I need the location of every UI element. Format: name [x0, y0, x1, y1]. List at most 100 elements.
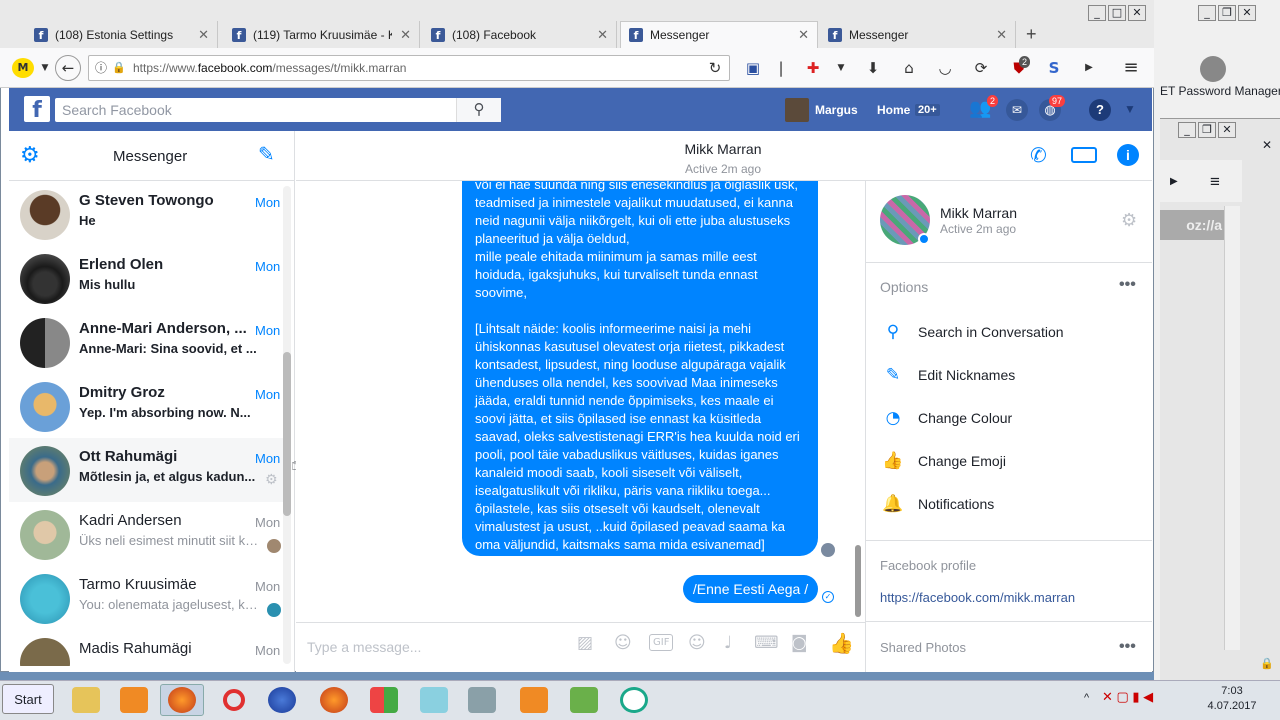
media-player-icon[interactable] [112, 684, 156, 716]
avatar[interactable] [785, 98, 809, 122]
firefox-icon[interactable] [312, 684, 356, 716]
conversation-item[interactable]: Dmitry Groz Yep. I'm absorbing now. N...… [9, 374, 284, 438]
tab-messenger[interactable]: f Messenger ✕ [820, 21, 1016, 48]
tab-estonia-settings[interactable]: f (108) Estonia Settings ✕ [26, 21, 218, 48]
conversation-item[interactable]: Tarmo Kruusimäe You: olenemata jageluses… [9, 566, 284, 630]
download-icon[interactable]: ⬇ [862, 57, 884, 79]
conversation-item[interactable]: Madis Rahumägi Mon [9, 630, 284, 666]
s-extension-icon[interactable]: S [1043, 57, 1065, 79]
menu-badge-icon[interactable]: M [12, 58, 34, 78]
conversation-item[interactable]: Anne-Mari Anderson, ... Anne-Mari: Sina … [9, 310, 284, 374]
account-menu-icon[interactable]: ▼ [1124, 102, 1136, 116]
skype-icon[interactable] [260, 684, 304, 716]
restore-button[interactable]: ❐ [1218, 5, 1236, 21]
hamburger-menu-icon[interactable]: ≡ [1120, 57, 1142, 79]
close-tab-icon[interactable]: ✕ [996, 27, 1007, 43]
close-window-button[interactable]: ✕ [1128, 5, 1146, 21]
conversation-item-selected[interactable]: Ott Rahumägi Mõtlesin ja, et algus kadun… [9, 438, 284, 502]
tab-messenger-active[interactable]: f Messenger ✕ [620, 21, 818, 48]
close-tab-icon[interactable]: ✕ [400, 27, 411, 43]
chat-scrollbar-thumb[interactable] [855, 545, 861, 617]
e-app-icon[interactable] [612, 684, 656, 716]
new-message-icon[interactable]: ✎ [258, 142, 275, 166]
close-tab-icon[interactable]: ✕ [597, 27, 608, 43]
home-icon[interactable]: ⌂ [898, 57, 920, 79]
close-tab-icon[interactable]: ✕ [798, 27, 809, 43]
chevron-down-icon[interactable]: ▼ [830, 57, 852, 79]
windows-icon[interactable] [362, 684, 406, 716]
save-icon[interactable]: ▣ [742, 57, 764, 79]
more-options-icon[interactable]: ••• [1119, 276, 1136, 294]
scrollbar-track[interactable] [1224, 206, 1240, 650]
pdf-icon[interactable] [512, 684, 556, 716]
file-explorer-icon[interactable] [64, 684, 108, 716]
option-search-in-conversation[interactable]: ⚲ Search in Conversation [880, 317, 1064, 347]
message-bubble[interactable]: või ei hae suunda ning siis enesekindlus… [462, 160, 818, 556]
youtube-icon[interactable]: ▶ [1170, 176, 1178, 187]
image-icon[interactable]: ▨ [577, 633, 593, 653]
video-call-icon[interactable] [1071, 147, 1097, 163]
conversation-item[interactable]: Kadri Andersen Üks neli esimest minutit … [9, 502, 284, 566]
minimize-button[interactable]: _ [1088, 5, 1106, 21]
home-link[interactable]: Home [877, 103, 910, 117]
system-clock[interactable]: 7:03 4.07.2017 [1190, 684, 1274, 714]
game-controller-icon[interactable]: ⌨ [754, 633, 779, 653]
pocket-icon[interactable]: ◡ [934, 57, 956, 79]
close-window-button[interactable]: ✕ [1238, 5, 1256, 21]
back-button[interactable]: ← [55, 55, 81, 81]
facebook-logo[interactable]: f [24, 96, 50, 123]
close-tab-icon[interactable]: ✕ [198, 27, 209, 43]
opera-icon[interactable] [212, 684, 256, 716]
sync-icon[interactable]: ⟳ [970, 57, 992, 79]
settings-gear-icon[interactable]: ⚙ [20, 143, 40, 168]
scrollbar-thumb[interactable] [283, 352, 291, 516]
notes-icon[interactable] [412, 684, 456, 716]
conversation-item[interactable]: G Steven Towongo He Mon [9, 182, 284, 246]
show-hidden-icons[interactable]: ^ [1084, 692, 1089, 704]
chevron-down-icon[interactable]: ▼ [34, 57, 56, 79]
help-icon[interactable]: ? [1089, 99, 1111, 121]
option-edit-nicknames[interactable]: ✎ Edit Nicknames [880, 360, 1015, 390]
close-icon[interactable]: ✕ [1262, 138, 1272, 152]
facebook-search-input[interactable]: Search Facebook [55, 98, 501, 122]
gear-icon[interactable]: ⚙ [1121, 210, 1137, 231]
restore-button[interactable]: ❐ [1198, 122, 1216, 138]
new-tab-button[interactable]: + [1026, 24, 1037, 45]
system-tray-icons[interactable]: ✕ ▢ ▮ ◀ [1102, 689, 1153, 705]
camera-icon[interactable]: ◙ [791, 633, 808, 653]
info-toggle-icon[interactable]: i [1117, 144, 1139, 166]
microphone-icon[interactable]: ♩ [724, 633, 732, 653]
conversation-item[interactable]: Erlend Olen Mis hullu Mon [9, 246, 284, 310]
gif-icon[interactable]: GIF [649, 634, 674, 651]
minimize-button[interactable]: _ [1198, 5, 1216, 21]
message-bubble[interactable]: /Enne Eesti Aega / [683, 575, 818, 603]
profile-link[interactable]: https://facebook.com/mikk.marran [880, 590, 1075, 605]
profile-link[interactable]: Margus [815, 103, 858, 117]
conversation-settings-gear-icon[interactable]: ⚙ [265, 472, 278, 488]
option-change-colour[interactable]: ◔ Change Colour [880, 403, 1013, 433]
option-notifications[interactable]: 🔔 Notifications [880, 489, 994, 519]
messages-icon[interactable]: ✉ [1006, 99, 1028, 121]
emoji-icon[interactable]: ☺ [688, 633, 706, 653]
sticker-icon[interactable]: ☺ [614, 633, 632, 653]
start-button[interactable]: Start [2, 684, 54, 714]
search-button[interactable]: ⚲ [456, 98, 501, 122]
message-input[interactable]: Type a message... [307, 639, 421, 655]
url-bar[interactable]: https://www. facebook.com/messages/t/mikk… [88, 55, 730, 81]
network-icon[interactable] [460, 684, 504, 716]
first-aid-icon[interactable]: ✚ [802, 57, 824, 79]
maximize-button[interactable]: □ [1108, 5, 1126, 21]
hamburger-menu-icon[interactable]: ≡ [1210, 172, 1220, 192]
thumbs-up-send-icon[interactable]: 👍 [829, 631, 854, 655]
tab-facebook[interactable]: f (108) Facebook ✕ [423, 21, 617, 48]
editor-icon[interactable] [562, 684, 606, 716]
close-window-button[interactable]: ✕ [1218, 122, 1236, 138]
tab-tarmo[interactable]: f (119) Tarmo Kruusimäe - K ✕ [224, 21, 420, 48]
minimize-button[interactable]: _ [1178, 122, 1196, 138]
option-change-emoji[interactable]: 👍 Change Emoji [880, 446, 1006, 476]
reload-icon[interactable]: ↻ [704, 57, 726, 79]
youtube-icon[interactable]: ▶ [1078, 57, 1100, 79]
firefox-icon[interactable] [160, 684, 204, 716]
more-options-icon[interactable]: ••• [1119, 638, 1136, 656]
phone-call-icon[interactable]: ✆ [1030, 143, 1047, 167]
